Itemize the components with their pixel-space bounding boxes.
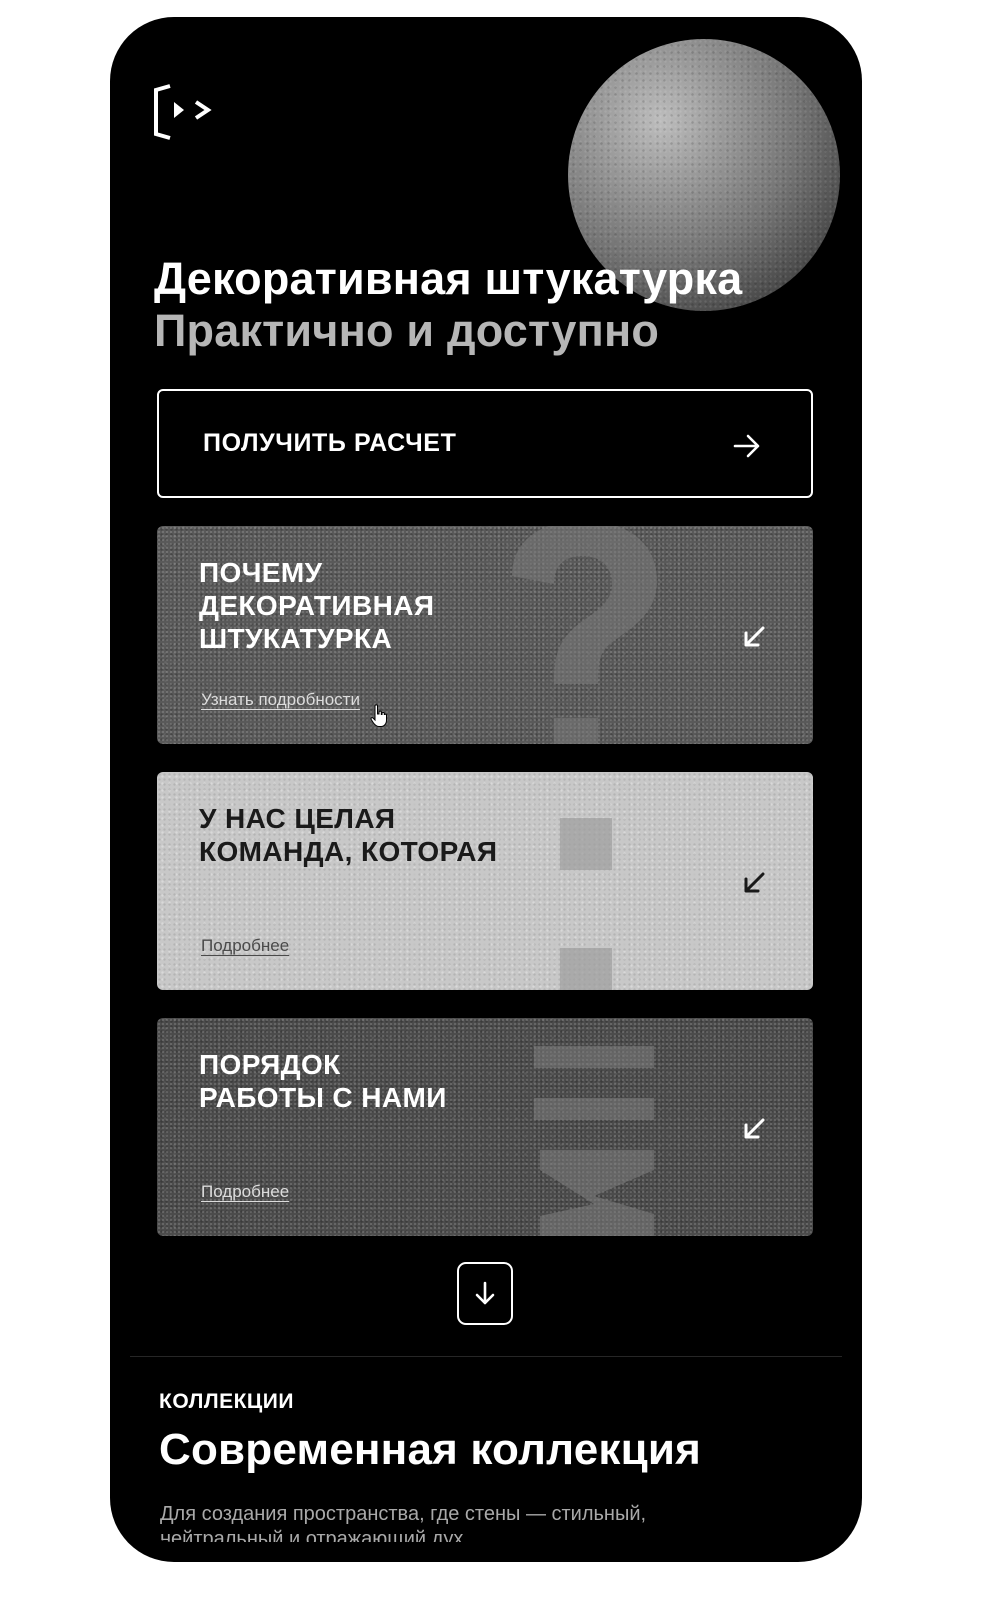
card-why-plaster[interactable]: ПОЧЕМУ ДЕКОРАТИВНАЯ ШТУКАТУРКА Узнать по… [157,526,813,744]
arrow-right-icon [733,434,760,458]
screen: Декоративная штукатурка Практично и дост… [130,37,842,1542]
collections-title: Современная коллекция [159,1425,702,1474]
phone-frame: Декоративная штукатурка Практично и дост… [110,17,862,1562]
more-link[interactable]: Подробнее [201,1182,289,1202]
hero-title: Декоративная штукатурка [154,253,743,304]
get-estimate-label: ПОЛУЧИТЬ РАСЧЕТ [203,429,457,457]
arrow-down-icon [475,1281,495,1305]
logo-icon[interactable] [152,82,216,142]
hero-subtitle: Практично и доступно [154,305,660,356]
more-link[interactable]: Подробнее [201,936,289,956]
collections-description: Для создания пространства, где стены — с… [160,1503,647,1542]
card-title: ПОРЯДОК РАБОТЫ С НАМИ [199,1049,447,1113]
arrow-down-left-icon [744,872,765,893]
section-divider [130,1356,842,1357]
card-title: У НАС ЦЕЛАЯ КОМАНДА, КОТОРАЯ [199,803,498,867]
hero-headline: Декоративная штукатурка Практично и дост… [154,253,842,357]
arrow-down-left-icon [744,626,765,647]
card-title: ПОЧЕМУ ДЕКОРАТИВНАЯ ШТУКАТУРКА [199,557,435,654]
collections-eyebrow: КОЛЛЕКЦИИ [159,1390,294,1413]
arrow-down-left-icon [744,1118,765,1139]
scroll-down-button[interactable] [457,1262,513,1325]
learn-more-link[interactable]: Узнать подробности [201,690,360,710]
card-workflow[interactable]: ПОРЯДОК РАБОТЫ С НАМИ Подробнее [157,1018,813,1236]
hand-cursor-icon [370,704,387,727]
card-team[interactable]: У НАС ЦЕЛАЯ КОМАНДА, КОТОРАЯ Подробнее [157,772,813,990]
get-estimate-button[interactable]: ПОЛУЧИТЬ РАСЧЕТ [157,389,813,498]
